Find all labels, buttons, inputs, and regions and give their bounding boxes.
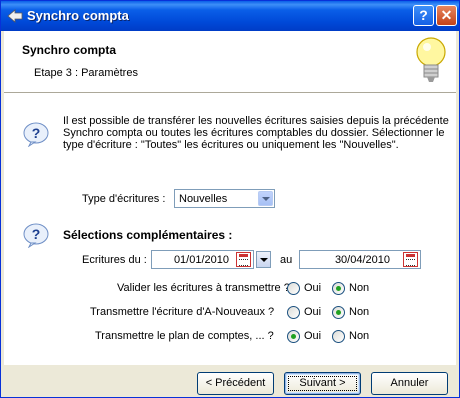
cancel-button[interactable]: Annuler — [371, 372, 448, 395]
calendar-icon[interactable] — [236, 252, 251, 267]
option-valider-oui-radio[interactable] — [287, 282, 300, 295]
question-icon: ? — [23, 122, 49, 147]
type-ecritures-label: Type d'écritures : — [82, 193, 166, 205]
intro-text: Il est possible de transférer les nouvel… — [63, 115, 449, 151]
selections-title: Sélections complémentaires : — [63, 228, 233, 242]
title-bar[interactable]: Synchro compta ? ✕ — [1, 1, 459, 31]
option-plan-comptes-oui-radio[interactable] — [287, 330, 300, 343]
previous-button[interactable]: < Précédent — [197, 372, 274, 395]
option-a-nouveaux-non-label[interactable]: Non — [349, 306, 369, 318]
wizard-title: Synchro compta — [22, 43, 117, 57]
option-label-a-nouveaux: Transmettre l'écriture d'A-Nouveaux ? — [90, 306, 275, 318]
lightbulb-icon — [416, 37, 446, 82]
option-valider-oui-label[interactable]: Oui — [304, 282, 321, 294]
svg-text:?: ? — [32, 226, 41, 242]
type-ecritures-value: Nouvelles — [179, 193, 228, 205]
calendar-icon[interactable] — [403, 252, 418, 267]
option-label-plan-comptes: Transmettre le plan de comptes, ... ? — [95, 330, 274, 342]
option-a-nouveaux-non-radio[interactable] — [332, 306, 345, 319]
option-a-nouveaux-oui-radio[interactable] — [287, 306, 300, 319]
svg-text:?: ? — [32, 125, 41, 141]
date-from-value: 01/01/2010 — [173, 254, 229, 266]
question-icon: ? — [23, 223, 49, 248]
chevron-down-icon[interactable] — [258, 191, 273, 206]
date-to-field[interactable]: 30/04/2010 — [299, 250, 421, 269]
option-plan-comptes-oui-label[interactable]: Oui — [304, 330, 321, 342]
option-valider-non-label[interactable]: Non — [349, 282, 369, 294]
type-ecritures-select[interactable]: Nouvelles — [174, 189, 275, 208]
date-from-dropdown-button[interactable] — [256, 251, 271, 268]
window-title: Synchro compta — [27, 8, 129, 23]
dialog-window: Synchro compta ? ✕ Synchro compta Etape … — [0, 0, 460, 398]
ecritures-du-label: Ecritures du : — [82, 254, 147, 266]
option-valider-non-radio[interactable] — [332, 282, 345, 295]
previous-button-label: < Précédent — [205, 377, 266, 389]
wizard-step: Etape 3 : Paramètres — [34, 67, 138, 79]
next-button[interactable]: Suivant > — [284, 372, 361, 395]
next-button-label: Suivant > — [299, 377, 346, 389]
wizard-header: Synchro compta Etape 3 : Paramètres — [4, 31, 456, 93]
close-icon[interactable]: ✕ — [436, 5, 457, 26]
cancel-button-label: Annuler — [390, 377, 429, 389]
option-plan-comptes-non-label[interactable]: Non — [349, 330, 369, 342]
option-plan-comptes-non-radio[interactable] — [332, 330, 345, 343]
au-label: au — [280, 254, 293, 266]
option-a-nouveaux-oui-label[interactable]: Oui — [304, 306, 321, 318]
app-arrow-icon — [7, 9, 23, 23]
date-to-value: 30/04/2010 — [334, 254, 390, 266]
date-from-field[interactable]: 01/01/2010 — [151, 250, 254, 269]
option-label-valider: Valider les écritures à transmettre ? — [117, 282, 290, 294]
help-icon[interactable]: ? — [413, 5, 434, 26]
